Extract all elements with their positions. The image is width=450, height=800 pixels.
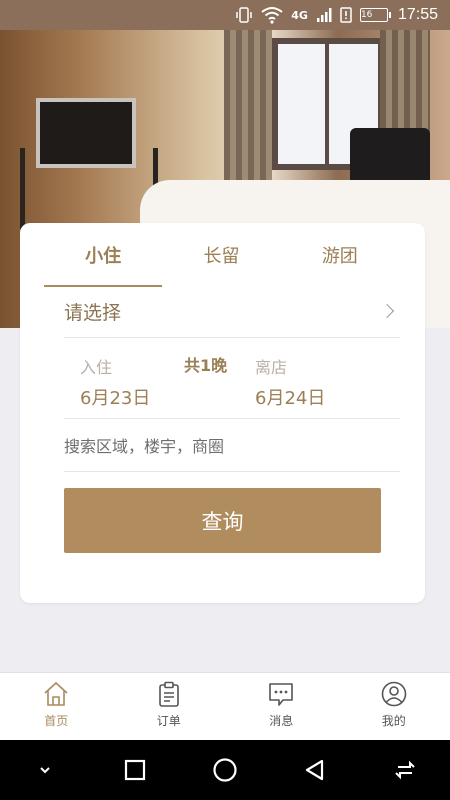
- back-button[interactable]: [293, 748, 337, 792]
- nav-profile[interactable]: 我的: [338, 673, 450, 741]
- triangle-back-icon: [305, 759, 324, 781]
- profile-icon: [381, 681, 407, 707]
- nav-profile-label: 我的: [381, 714, 406, 728]
- nav-orders[interactable]: 订单: [113, 673, 226, 741]
- nights-count: 共1晚: [184, 356, 228, 375]
- city-select-label: 请选择: [64, 301, 122, 324]
- chevron-down-icon: [40, 767, 50, 774]
- clipboard-icon: [158, 681, 179, 707]
- nav-messages-label: 消息: [269, 714, 294, 728]
- bottom-nav: 首页 订单 消息 我的: [0, 672, 450, 741]
- nav-orders-label: 订单: [156, 714, 181, 728]
- booking-card: 小住 长留 游团 请选择 入住 6月23日 共1晚 离店 6月24日 搜索区域，…: [20, 223, 425, 603]
- wifi-icon: [261, 6, 283, 24]
- system-nav-bar: [0, 740, 450, 800]
- tv-cabinet: [20, 148, 158, 229]
- home-button[interactable]: [203, 748, 247, 792]
- square-icon: [124, 759, 146, 781]
- recents-button[interactable]: [113, 748, 157, 792]
- stay-type-tabs: 小住 长留 游团: [44, 223, 399, 287]
- message-icon: [269, 683, 294, 706]
- vibrate-icon: [235, 6, 253, 24]
- nav-messages[interactable]: 消息: [225, 673, 338, 741]
- switch-button[interactable]: [383, 748, 427, 792]
- network-type-label: 4G: [291, 8, 308, 22]
- curtain-left: [224, 30, 272, 200]
- checkin-date[interactable]: 入住 6月23日: [80, 354, 150, 410]
- hide-keyboard-button[interactable]: [23, 748, 67, 792]
- search-placeholder: 搜索区域，楼宇，商圈: [64, 437, 225, 456]
- checkin-label: 入住: [80, 358, 113, 377]
- checkin-value: 6月23日: [80, 388, 151, 409]
- home-icon: [44, 681, 68, 706]
- status-bar: 4G 16 17:55: [0, 0, 450, 30]
- date-picker[interactable]: 入住 6月23日 共1晚 离店 6月24日: [64, 338, 400, 419]
- tab-short-stay[interactable]: 小住: [44, 223, 163, 287]
- notification-icon: [340, 7, 352, 23]
- signal-icon: [316, 7, 332, 23]
- checkout-label: 离店: [255, 358, 288, 377]
- clock: 17:55: [397, 6, 438, 23]
- battery-level: 16: [360, 10, 373, 20]
- tab-long-stay[interactable]: 长留: [162, 223, 280, 285]
- switch-arrows-icon: [395, 760, 415, 780]
- checkout-value: 6月24日: [255, 388, 326, 409]
- circle-icon: [213, 758, 237, 782]
- city-select[interactable]: 请选择: [64, 285, 400, 338]
- battery-icon: 16: [359, 8, 391, 22]
- nav-home-label: 首页: [44, 714, 69, 728]
- query-button[interactable]: 查询: [64, 488, 381, 553]
- search-input[interactable]: 搜索区域，楼宇，商圈: [64, 419, 400, 472]
- nav-home[interactable]: 首页: [0, 673, 113, 741]
- chevron-right-icon: [379, 303, 395, 319]
- tab-group-tour[interactable]: 游团: [281, 223, 399, 285]
- checkout-date[interactable]: 离店 6月24日: [255, 354, 325, 410]
